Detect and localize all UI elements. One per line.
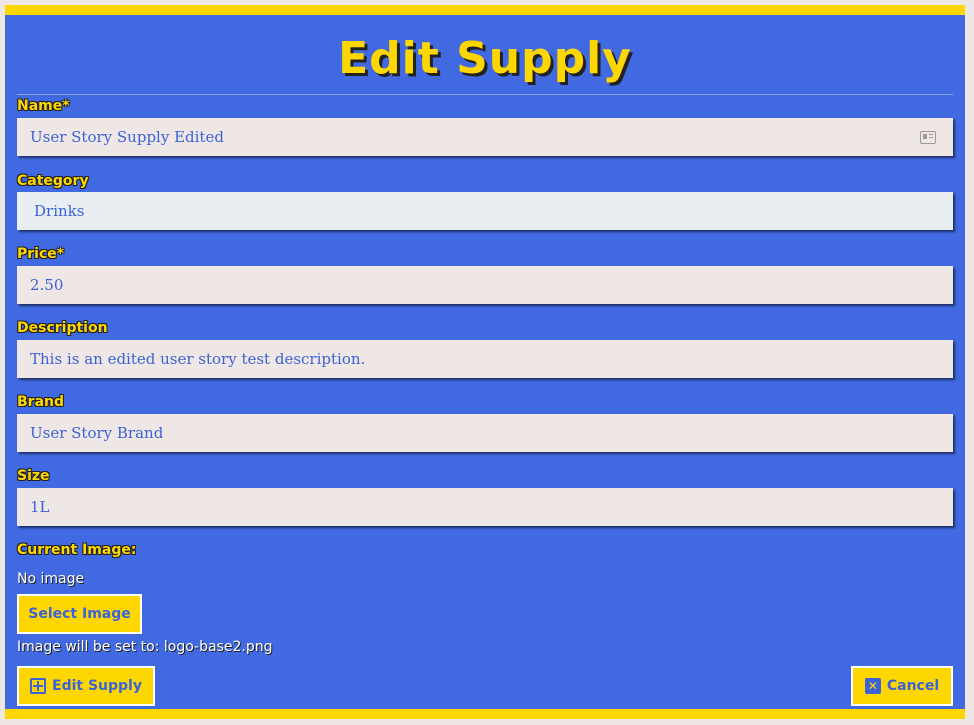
current-image-label: Current Image:: [17, 542, 137, 558]
description-value: This is an edited user story test descri…: [30, 350, 366, 368]
description-field[interactable]: This is an edited user story test descri…: [17, 340, 953, 378]
size-value: 1L: [30, 498, 50, 516]
title-divider: [17, 94, 953, 95]
price-label: Price*: [17, 246, 65, 262]
size-field[interactable]: 1L: [17, 488, 953, 526]
select-image-button[interactable]: Select Image: [17, 594, 142, 634]
name-field[interactable]: User Story Supply Edited: [17, 118, 953, 156]
edit-supply-label: Edit Supply: [52, 678, 142, 694]
name-label: Name*: [17, 98, 70, 114]
edit-supply-panel: Edit Supply Name* User Story Supply Edit…: [5, 5, 965, 719]
image-note: Image will be set to: logo-base2.png: [17, 639, 273, 655]
page-title: Edit Supply: [338, 33, 632, 84]
current-image-value: No image: [17, 571, 85, 587]
select-image-label: Select Image: [28, 606, 131, 622]
size-label: Size: [17, 468, 50, 484]
x-square-icon: ✕: [864, 678, 881, 694]
category-label: Category: [17, 173, 89, 189]
description-label: Description: [17, 320, 108, 336]
price-field[interactable]: 2.50: [17, 266, 953, 304]
cancel-button[interactable]: ✕ Cancel: [851, 666, 953, 706]
brand-field[interactable]: User Story Brand: [17, 414, 953, 452]
brand-value: User Story Brand: [30, 424, 164, 442]
edit-supply-button[interactable]: Edit Supply: [17, 666, 155, 706]
category-select[interactable]: Drinks: [17, 192, 953, 230]
plus-square-icon: [30, 678, 47, 694]
name-value: User Story Supply Edited: [30, 128, 224, 146]
brand-label: Brand: [17, 394, 65, 410]
contact-card-icon[interactable]: [920, 130, 936, 144]
cancel-label: Cancel: [886, 678, 940, 694]
price-value: 2.50: [30, 276, 64, 294]
category-value: Drinks: [34, 202, 85, 220]
